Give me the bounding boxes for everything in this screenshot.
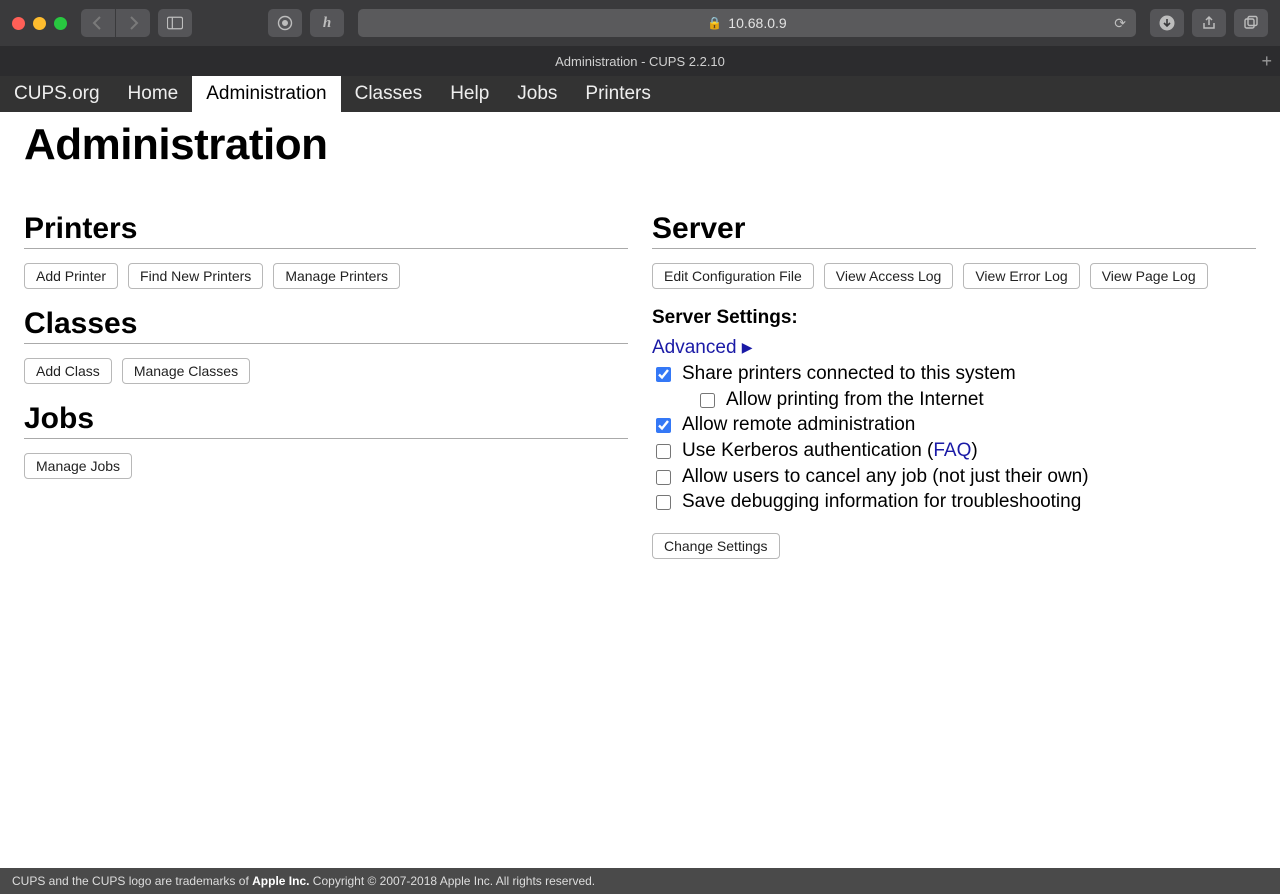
- server-settings-heading: Server Settings:: [652, 307, 1256, 329]
- reload-icon[interactable]: ⟳: [1114, 15, 1126, 32]
- url-host: 10.68.0.9: [728, 15, 786, 31]
- tab-strip: Administration - CUPS 2.2.10 +: [0, 46, 1280, 76]
- browser-toolbar: h 🔒 10.68.0.9 ⟳: [0, 0, 1280, 46]
- downloads-button[interactable]: [1150, 9, 1184, 37]
- extension-button[interactable]: h: [310, 9, 344, 37]
- nav-help[interactable]: Help: [436, 76, 503, 112]
- checkbox-share-printers[interactable]: [656, 367, 671, 382]
- lock-icon: 🔒: [707, 16, 722, 30]
- kerberos-faq-link[interactable]: FAQ: [933, 440, 971, 461]
- checkbox-allow-remote-admin[interactable]: [656, 418, 671, 433]
- cups-nav: CUPS.org Home Administration Classes Hel…: [0, 76, 1280, 112]
- setting-allow-internet-printing[interactable]: Allow printing from the Internet: [696, 387, 1256, 413]
- setting-share-printers[interactable]: Share printers connected to this system: [652, 361, 1256, 387]
- forward-button[interactable]: [116, 9, 150, 37]
- advanced-toggle[interactable]: Advanced ▶: [652, 337, 753, 359]
- server-settings-list: Share printers connected to this system …: [652, 361, 1256, 515]
- manage-jobs-button[interactable]: Manage Jobs: [24, 453, 132, 479]
- setting-allow-remote-admin[interactable]: Allow remote administration: [652, 412, 1256, 438]
- nav-administration[interactable]: Administration: [192, 76, 340, 112]
- view-page-log-button[interactable]: View Page Log: [1090, 263, 1208, 289]
- view-access-log-button[interactable]: View Access Log: [824, 263, 954, 289]
- window-controls: [12, 17, 67, 30]
- window-zoom-button[interactable]: [54, 17, 67, 30]
- setting-cancel-any-job[interactable]: Allow users to cancel any job (not just …: [652, 464, 1256, 490]
- footer: CUPS and the CUPS logo are trademarks of…: [0, 868, 1280, 894]
- tabs-button[interactable]: [1234, 9, 1268, 37]
- address-bar[interactable]: 🔒 10.68.0.9 ⟳: [358, 9, 1136, 37]
- nav-cups-org[interactable]: CUPS.org: [0, 76, 114, 112]
- find-new-printers-button[interactable]: Find New Printers: [128, 263, 263, 289]
- server-heading: Server: [652, 212, 1256, 249]
- privacy-report-button[interactable]: [268, 9, 302, 37]
- setting-save-debug-info[interactable]: Save debugging information for troublesh…: [652, 489, 1256, 515]
- nav-back-forward-group: [81, 9, 150, 37]
- share-button[interactable]: [1192, 9, 1226, 37]
- checkbox-save-debug-info[interactable]: [656, 495, 671, 510]
- change-settings-button[interactable]: Change Settings: [652, 533, 780, 559]
- nav-home[interactable]: Home: [114, 76, 193, 112]
- nav-jobs[interactable]: Jobs: [503, 76, 571, 112]
- tab-title[interactable]: Administration - CUPS 2.2.10: [555, 54, 725, 69]
- window-close-button[interactable]: [12, 17, 25, 30]
- page-title: Administration: [0, 120, 1280, 170]
- triangle-right-icon: ▶: [742, 339, 753, 355]
- jobs-heading: Jobs: [24, 402, 628, 439]
- add-class-button[interactable]: Add Class: [24, 358, 112, 384]
- add-printer-button[interactable]: Add Printer: [24, 263, 118, 289]
- sidebar-toggle-button[interactable]: [158, 9, 192, 37]
- printers-heading: Printers: [24, 212, 628, 249]
- manage-printers-button[interactable]: Manage Printers: [273, 263, 400, 289]
- edit-configuration-button[interactable]: Edit Configuration File: [652, 263, 814, 289]
- manage-classes-button[interactable]: Manage Classes: [122, 358, 250, 384]
- checkbox-cancel-any-job[interactable]: [656, 470, 671, 485]
- footer-owner: Apple Inc.: [252, 874, 309, 888]
- back-button[interactable]: [81, 9, 115, 37]
- setting-kerberos-auth[interactable]: Use Kerberos authentication (FAQ): [652, 438, 1256, 464]
- checkbox-kerberos-auth[interactable]: [656, 444, 671, 459]
- new-tab-button[interactable]: +: [1261, 52, 1272, 70]
- classes-heading: Classes: [24, 307, 628, 344]
- left-column: Printers Add Printer Find New Printers M…: [24, 212, 628, 559]
- right-column: Server Edit Configuration File View Acce…: [652, 212, 1256, 559]
- checkbox-allow-internet-printing[interactable]: [700, 393, 715, 408]
- view-error-log-button[interactable]: View Error Log: [963, 263, 1079, 289]
- nav-classes[interactable]: Classes: [341, 76, 437, 112]
- window-minimize-button[interactable]: [33, 17, 46, 30]
- nav-printers[interactable]: Printers: [571, 76, 664, 112]
